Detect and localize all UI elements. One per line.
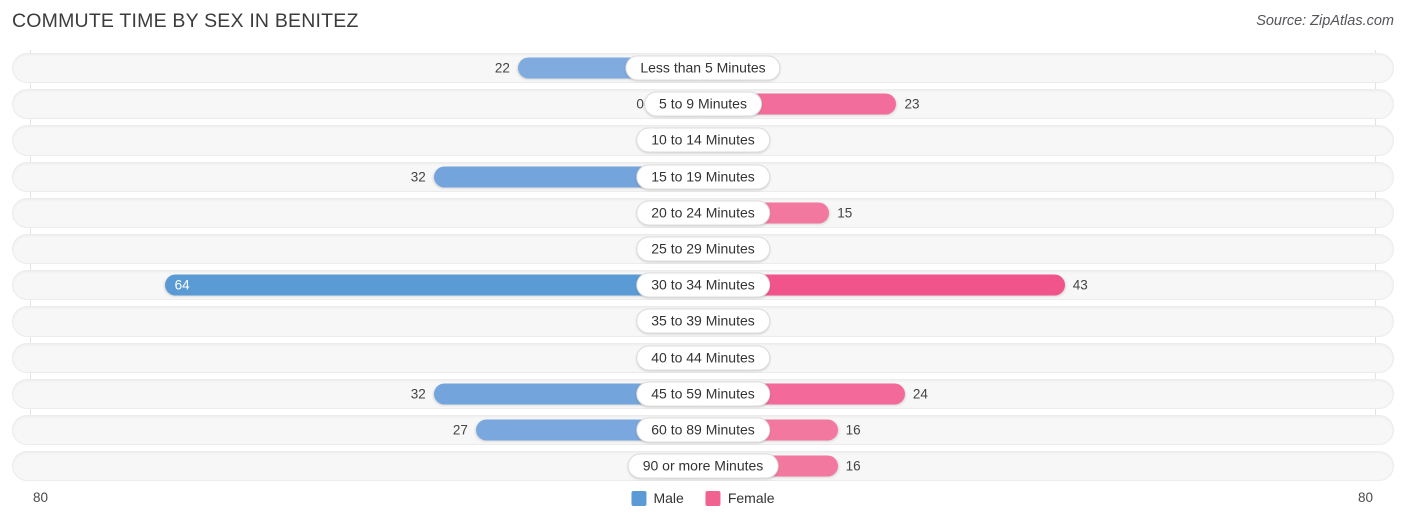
source-attribution: Source: ZipAtlas.com	[1256, 13, 1394, 29]
value-label-female: 23	[904, 96, 920, 112]
legend-item-male[interactable]: Male	[631, 490, 684, 506]
row-bars: 0 23 5 to 9 Minutes	[30, 86, 1376, 122]
axis-label-right: 80	[1357, 490, 1373, 505]
chart-legend: Male Female	[631, 490, 775, 506]
category-label: 30 to 34 Minutes	[636, 272, 770, 298]
row-bars: 32015 to 19 Minutes	[30, 159, 1376, 195]
legend-item-female[interactable]: Female	[705, 490, 775, 506]
row-bars: 220Less than 5 Minutes	[30, 50, 1376, 86]
category-label: 25 to 29 Minutes	[636, 236, 770, 262]
value-label-male: 32	[410, 169, 426, 185]
value-label-male: 0	[636, 96, 644, 112]
category-label: 60 to 89 Minutes	[636, 417, 770, 443]
row-bars: 64 43 30 to 34 Minutes	[30, 267, 1376, 303]
category-label: 10 to 14 Minutes	[636, 127, 770, 153]
chart-row: 27 16 60 to 89 Minutes	[0, 412, 1406, 448]
category-label: 35 to 39 Minutes	[636, 308, 770, 334]
row-bars: 0035 to 39 Minutes	[30, 303, 1376, 339]
chart-rows: 220Less than 5 Minutes0235 to 9 Minutes0…	[0, 50, 1406, 484]
chart-row: 0 23 5 to 9 Minutes	[0, 86, 1406, 122]
chart-row: 64 43 30 to 34 Minutes	[0, 267, 1406, 303]
legend-label-male: Male	[653, 490, 684, 506]
value-label-female: 15	[837, 205, 853, 221]
row-bars: 0040 to 44 Minutes	[30, 340, 1376, 376]
chart-footer: 80 80 Male Female	[0, 485, 1406, 523]
diverging-bar-chart: 220Less than 5 Minutes0235 to 9 Minutes0…	[0, 50, 1406, 485]
row-bars: 27 16 60 to 89 Minutes	[30, 412, 1376, 448]
legend-swatch-male-icon	[631, 490, 647, 506]
category-label: 45 to 59 Minutes	[636, 381, 770, 407]
category-label: 20 to 24 Minutes	[636, 200, 770, 226]
legend-swatch-female-icon	[705, 490, 721, 506]
row-bars: 01690 or more Minutes	[30, 448, 1376, 484]
row-bars: 32 24 45 to 59 Minutes	[30, 376, 1376, 412]
value-label-female: 16	[845, 458, 861, 474]
axis-label-left: 80	[33, 490, 49, 505]
row-bars: 0010 to 14 Minutes	[30, 122, 1376, 158]
category-label: 40 to 44 Minutes	[636, 345, 770, 371]
chart-page: COMMUTE TIME BY SEX IN BENITEZ Source: Z…	[0, 0, 1406, 523]
value-label-female: 43	[1072, 277, 1088, 293]
category-label: 15 to 19 Minutes	[636, 164, 770, 190]
row-bars: 01520 to 24 Minutes	[30, 195, 1376, 231]
legend-label-female: Female	[727, 490, 775, 506]
chart-row: 32 24 45 to 59 Minutes	[0, 376, 1406, 412]
value-label-female: 16	[845, 422, 861, 438]
chart-row: 01520 to 24 Minutes	[0, 195, 1406, 231]
page-title: COMMUTE TIME BY SEX IN BENITEZ	[12, 10, 359, 32]
chart-row: 0040 to 44 Minutes	[0, 340, 1406, 376]
bar-male[interactable]	[164, 274, 703, 296]
value-label-male: 32	[410, 386, 426, 402]
value-label-male: 64	[174, 277, 190, 293]
chart-row: 0025 to 29 Minutes	[0, 231, 1406, 267]
category-label: 90 or more Minutes	[627, 453, 779, 479]
category-label: Less than 5 Minutes	[625, 55, 781, 81]
category-label: 5 to 9 Minutes	[644, 91, 762, 117]
chart-row: 0010 to 14 Minutes	[0, 122, 1406, 158]
chart-row: 220Less than 5 Minutes	[0, 50, 1406, 86]
chart-row: 32015 to 19 Minutes	[0, 159, 1406, 195]
row-bars: 0025 to 29 Minutes	[30, 231, 1376, 267]
value-label-female: 24	[912, 386, 928, 402]
value-label-male: 27	[452, 422, 468, 438]
chart-row: 0035 to 39 Minutes	[0, 303, 1406, 339]
chart-header: COMMUTE TIME BY SEX IN BENITEZ Source: Z…	[0, 0, 1406, 40]
value-label-male: 22	[494, 60, 510, 76]
chart-row: 01690 or more Minutes	[0, 448, 1406, 484]
